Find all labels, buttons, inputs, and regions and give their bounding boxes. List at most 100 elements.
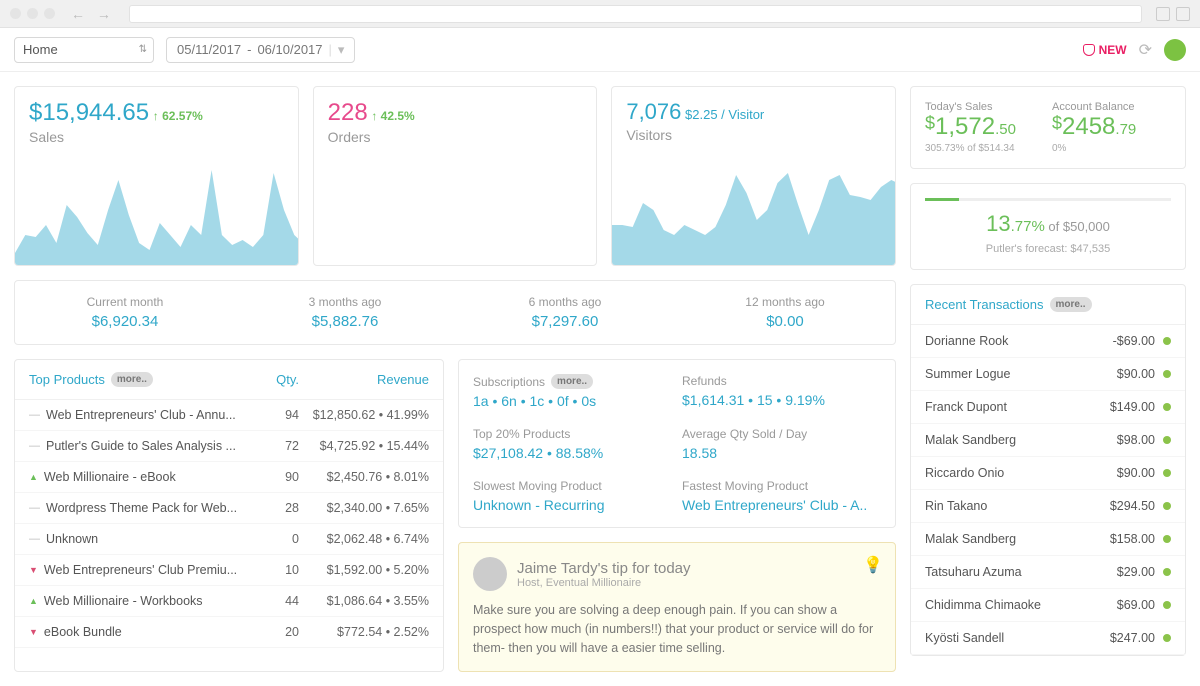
more-button[interactable]: more.. xyxy=(1050,297,1092,312)
product-revenue: $1,086.64 • 3.55% xyxy=(299,594,429,608)
nav-back-forward-icon[interactable]: ← → xyxy=(71,6,115,22)
product-revenue: $772.54 • 2.52% xyxy=(299,625,429,639)
product-qty: 72 xyxy=(249,439,299,453)
product-row[interactable]: — Putler's Guide to Sales Analysis ... 72$… xyxy=(15,431,443,462)
transaction-name: Riccardo Onio xyxy=(925,466,1117,480)
kpi-sales-value: $15,944.65 xyxy=(29,99,149,126)
product-name: Web Millionaire - eBook xyxy=(44,470,176,484)
recent-transactions-title: Recent Transactions xyxy=(925,297,1044,312)
kpi-visitors-card[interactable]: 7,076 $2.25 / Visitor Visitors xyxy=(611,86,896,266)
product-revenue: $2,450.76 • 8.01% xyxy=(299,470,429,484)
product-name: Putler's Guide to Sales Analysis ... xyxy=(46,439,236,453)
month-label: 3 months ago xyxy=(235,295,455,309)
month-value: $5,882.76 xyxy=(235,313,455,330)
user-avatar[interactable] xyxy=(1164,39,1186,61)
product-qty: 90 xyxy=(249,470,299,484)
transaction-row[interactable]: Summer Logue$90.00 xyxy=(911,358,1185,391)
trend-flat-icon: — xyxy=(29,409,40,421)
product-row[interactable]: —Web Entrepreneurs' Club - Annu...94$12,… xyxy=(15,400,443,431)
transaction-amount: $158.00 xyxy=(1110,532,1155,546)
kpi-visitors-label: Visitors xyxy=(626,127,881,143)
stat-avgqty[interactable]: Average Qty Sold / Day 18.58 xyxy=(682,427,881,461)
product-name: Unknown xyxy=(46,532,98,546)
todays-sales-sub: 305.73% of $514.34 xyxy=(925,143,1044,154)
transaction-row[interactable]: Franck Dupont$149.00 xyxy=(911,391,1185,424)
month-label: 6 months ago xyxy=(455,295,675,309)
lightbulb-icon: 💡 xyxy=(863,555,883,575)
account-balance-sub: 0% xyxy=(1052,143,1171,154)
product-name: Web Entrepreneurs' Club Premiu... xyxy=(44,563,237,577)
product-row[interactable]: —Unknown0$2,062.48 • 6.74% xyxy=(15,524,443,555)
transaction-row[interactable]: Kyösti Sandell$247.00 xyxy=(911,622,1185,655)
transaction-amount: $149.00 xyxy=(1110,400,1155,414)
page-select[interactable]: Home xyxy=(14,37,154,63)
transaction-row[interactable]: Malak Sandberg$158.00 xyxy=(911,523,1185,556)
product-row[interactable]: ▼eBook Bundle20$772.54 • 2.52% xyxy=(15,617,443,648)
product-row[interactable]: ▲ Web Millionaire - eBook 90$2,450.76 • 8.… xyxy=(15,462,443,493)
product-qty: 20 xyxy=(249,625,299,639)
product-qty: 28 xyxy=(249,501,299,515)
stat-refunds[interactable]: Refunds $1,614.31 • 15 • 9.19% xyxy=(682,374,881,409)
new-button[interactable]: NEW xyxy=(1083,43,1127,57)
status-dot-icon xyxy=(1163,535,1171,543)
transaction-row[interactable]: Riccardo Onio$90.00 xyxy=(911,457,1185,490)
top-products-card: Top Products more.. Qty. Revenue —Web En… xyxy=(14,359,444,672)
product-qty: 44 xyxy=(249,594,299,608)
transaction-name: Malak Sandberg xyxy=(925,532,1110,546)
more-button[interactable]: more.. xyxy=(551,374,593,389)
goal-forecast: Putler's forecast: $47,535 xyxy=(925,243,1171,255)
product-row[interactable]: ▼Web Entrepreneurs' Club Premiu...10$1,5… xyxy=(15,555,443,586)
visitors-chart xyxy=(612,165,896,265)
divider: | xyxy=(329,42,332,57)
refresh-icon[interactable]: ⟳ xyxy=(1139,40,1152,60)
product-row[interactable]: —Wordpress Theme Pack for Web...28$2,340… xyxy=(15,493,443,524)
product-name: Web Entrepreneurs' Club - Annu... xyxy=(46,408,236,422)
kpi-sales-label: Sales xyxy=(29,129,284,145)
date-range-picker[interactable]: 05/11/2017 - 06/10/2017 | ▾ xyxy=(166,37,355,63)
transaction-amount: $90.00 xyxy=(1117,466,1155,480)
date-sep: - xyxy=(247,42,251,57)
transaction-row[interactable]: Chidimma Chimaoke$69.00 xyxy=(911,589,1185,622)
stat-top20[interactable]: Top 20% Products $27,108.42 • 88.58% xyxy=(473,427,672,461)
product-row[interactable]: ▲Web Millionaire - Workbooks44$1,086.64 … xyxy=(15,586,443,617)
product-revenue: $4,725.92 • 15.44% xyxy=(299,439,429,453)
product-qty: 94 xyxy=(249,408,299,422)
month-value: $6,920.34 xyxy=(15,313,235,330)
tip-avatar xyxy=(473,557,507,591)
stat-fastest[interactable]: Fastest Moving Product Web Entrepreneurs… xyxy=(682,479,881,513)
stats-card: Subscriptions more.. 1a • 6n • 1c • 0f •… xyxy=(458,359,896,528)
todays-sales-label: Today's Sales xyxy=(925,101,1044,113)
chevron-down-icon: ▾ xyxy=(338,42,345,58)
topbar: Home 05/11/2017 - 06/10/2017 | ▾ NEW ⟳ xyxy=(0,28,1200,72)
transaction-amount: -$69.00 xyxy=(1113,334,1155,348)
date-to: 06/10/2017 xyxy=(257,42,322,57)
transaction-name: Tatsuharu Azuma xyxy=(925,565,1117,579)
kpi-visitors-per: $2.25 / Visitor xyxy=(685,107,764,122)
transaction-name: Rin Takano xyxy=(925,499,1110,513)
status-dot-icon xyxy=(1163,403,1171,411)
trend-flat-icon: — xyxy=(29,440,40,452)
transaction-amount: $98.00 xyxy=(1117,433,1155,447)
transaction-row[interactable]: Tatsuharu Azuma$29.00 xyxy=(911,556,1185,589)
url-bar[interactable] xyxy=(129,5,1142,23)
more-button[interactable]: more.. xyxy=(111,372,153,387)
product-name: eBook Bundle xyxy=(44,625,122,639)
product-qty: 0 xyxy=(249,532,299,546)
date-from: 05/11/2017 xyxy=(177,42,241,57)
kpi-orders-card[interactable]: 228 ↑ 42.5% Orders xyxy=(313,86,598,266)
transaction-row[interactable]: Rin Takano$294.50 xyxy=(911,490,1185,523)
kpi-sales-card[interactable]: $15,944.65 ↑ 62.57% Sales xyxy=(14,86,299,266)
stat-subscriptions[interactable]: Subscriptions more.. 1a • 6n • 1c • 0f •… xyxy=(473,374,672,409)
tip-body: Make sure you are solving a deep enough … xyxy=(473,601,881,657)
trend-up-icon: ▲ xyxy=(29,472,38,482)
stat-slowest[interactable]: Slowest Moving Product Unknown - Recurri… xyxy=(473,479,672,513)
product-revenue: $2,340.00 • 7.65% xyxy=(299,501,429,515)
months-summary: Current month$6,920.343 months ago$5,882… xyxy=(14,280,896,345)
month-label: 12 months ago xyxy=(675,295,895,309)
transaction-row[interactable]: Dorianne Rook-$69.00 xyxy=(911,325,1185,358)
trend-down-icon: ▼ xyxy=(29,565,38,575)
trend-flat-icon: — xyxy=(29,533,40,545)
transaction-row[interactable]: Malak Sandberg$98.00 xyxy=(911,424,1185,457)
account-balance-label: Account Balance xyxy=(1052,101,1171,113)
trend-flat-icon: — xyxy=(29,502,40,514)
